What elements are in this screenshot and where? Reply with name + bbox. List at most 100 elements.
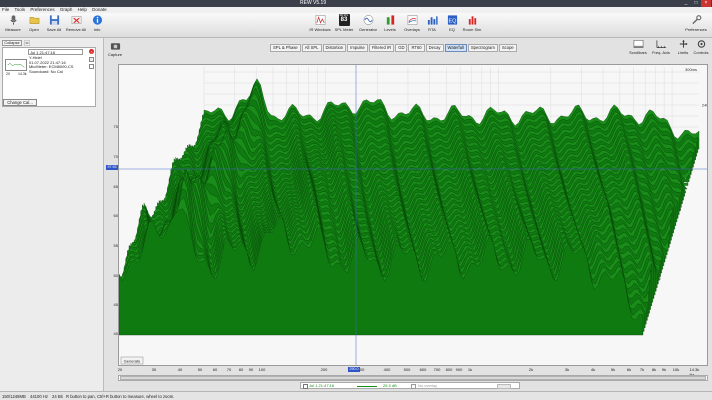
legend-name: Jul 1 21:47:16 [309,383,335,388]
legend-bar: Jul 1 21:47:16 25.3 dB No overlay [300,382,520,389]
status-bar: 150/1248MB 44100 Hz 24 Bit R button to p… [0,391,712,400]
x-tick: 200 [320,367,328,372]
generator-button[interactable]: Generator [357,13,379,38]
spl-meter-icon: dB SPL 83 [338,14,350,26]
x-tick: 2k [528,367,534,372]
collapse-button[interactable]: Collapse [2,40,22,46]
tab-gd[interactable]: GD [395,44,408,52]
freq-axis-icon [656,40,666,49]
overlay-swatch [497,383,511,389]
measurement-color-icon[interactable] [89,57,94,62]
x-tick: 8k [651,367,657,372]
measurements-panel: Collapse Jul 1 21:47:16 × 20 14.3k Y-Hid… [0,38,104,391]
freq-axis-button[interactable]: Freq. Axis [650,39,672,59]
x-cursor-readout: 290.0 [348,367,360,372]
y-tick: 40 [113,331,118,336]
controls-button[interactable]: Controls [690,39,712,59]
remove-measurement-icon[interactable]: × [89,49,94,54]
overlay-checkbox[interactable] [411,383,416,389]
bits-readout: 24 Bit [52,394,63,399]
memory-readout: 150/1248MB [2,394,26,399]
y-tick: 65 [113,184,118,189]
scrollbars-button[interactable]: Scrollbars [627,39,649,59]
graph-tabs: SPL & Phase All SPL Distortion Impulse F… [270,44,518,52]
capture-button[interactable]: Capture [106,41,124,59]
spl-meter-button[interactable]: dB SPL 83 SPL Meter [333,13,355,38]
ir-windows-button[interactable]: IR Windows [309,13,331,38]
minimize-button[interactable]: _ [681,0,691,7]
controls-icon [697,40,705,48]
tab-impulse[interactable]: Impulse [347,44,368,52]
microphone-icon [9,15,17,25]
camera-icon [110,43,120,50]
x-tick: 60 [212,367,218,372]
x-tick: 500 [403,367,411,372]
generate-button-label: Generate [124,359,141,364]
tab-spl-phase[interactable]: SPL & Phase [270,44,301,52]
open-button[interactable]: Open [23,13,45,38]
y-tick: 60 [113,213,118,218]
title-bar: REW V5.19 _ □ × [0,0,712,7]
tab-all-spl[interactable]: All SPL [301,44,322,52]
tab-rt60[interactable]: RT60 [408,44,425,52]
waterfall-chart[interactable]: 04080120160200240300300msGenerate [119,65,708,366]
room-sim-icon [468,16,476,25]
x-tick: 600 [419,367,427,372]
measurement-card[interactable]: Jul 1 21:47:16 × 20 14.3k Y-Hidel 01.07.… [2,47,96,107]
tab-spectrogram[interactable]: Spectrogram [467,44,498,52]
rta-icon [427,16,438,25]
window-title: REW V5.19 [300,0,327,6]
tab-distortion[interactable]: Distortion [322,44,347,52]
x-tick: 4k [590,367,596,372]
x-tick: 700 [433,367,441,372]
x-tick: 10k [672,367,680,372]
horizontal-scrollbar[interactable] [118,375,708,381]
x-tick: 80 [238,367,244,372]
legend-checkbox[interactable] [303,383,308,389]
close-button[interactable]: × [701,0,711,7]
tab-waterfall[interactable]: Waterfall [444,44,467,52]
info-icon [92,15,102,25]
overlays-icon [407,15,417,25]
y-tick: 45 [113,302,118,307]
overlays-button[interactable]: Overlays [401,13,423,38]
z-tick: 240 [702,102,708,107]
tab-filtered-ir[interactable]: Filtered IR [368,44,395,52]
measurement-thumbnail [5,59,27,71]
room-sim-button[interactable]: Room Sim [461,13,483,38]
folder-icon [29,17,39,24]
x-tick: 20 [117,367,123,372]
samplerate-readout: 44100 Hz [30,394,48,399]
thumbnail-graph [7,63,25,68]
x-tick: 900 [455,367,463,372]
measure-button[interactable]: Measure [2,13,24,38]
measurement-settings-icon[interactable] [89,64,94,69]
tab-decay[interactable]: Decay [425,44,444,52]
overlay-label: No overlay [418,383,438,388]
x-tick: 1k [467,367,473,372]
ir-windows-icon [315,15,325,25]
tab-scope[interactable]: Scope [498,44,517,52]
info-button[interactable]: Info [86,13,108,38]
y-tick: 50 [113,273,118,278]
levels-button[interactable]: Levels [379,13,401,38]
waterfall-plot[interactable]: 04080120160200240300300msGenerate [118,64,708,366]
legend-swatch [357,386,377,387]
x-tick: 30 [151,367,157,372]
z-axis-label: 300ms [685,67,697,72]
sort-icon[interactable] [24,40,30,46]
rta-button[interactable]: RTA [421,13,443,38]
limits-icon [679,40,687,48]
x-tick: 3k [564,367,570,372]
eq-button[interactable]: EQ EQ [441,13,463,38]
change-cal-button[interactable]: Change Cal... [3,99,37,106]
y-cursor-readout: 97.93 [106,165,118,170]
remove-all-button[interactable]: Remove All [65,13,87,38]
x-tick: 9k [661,367,667,372]
preferences-button[interactable]: Preferences [683,13,709,38]
scrollbar-thumb[interactable] [120,376,706,380]
maximize-button[interactable]: □ [691,0,701,7]
save-all-button[interactable]: Save All [43,13,65,38]
y-tick: 70 [113,154,118,159]
eq-icon: EQ [447,15,457,25]
